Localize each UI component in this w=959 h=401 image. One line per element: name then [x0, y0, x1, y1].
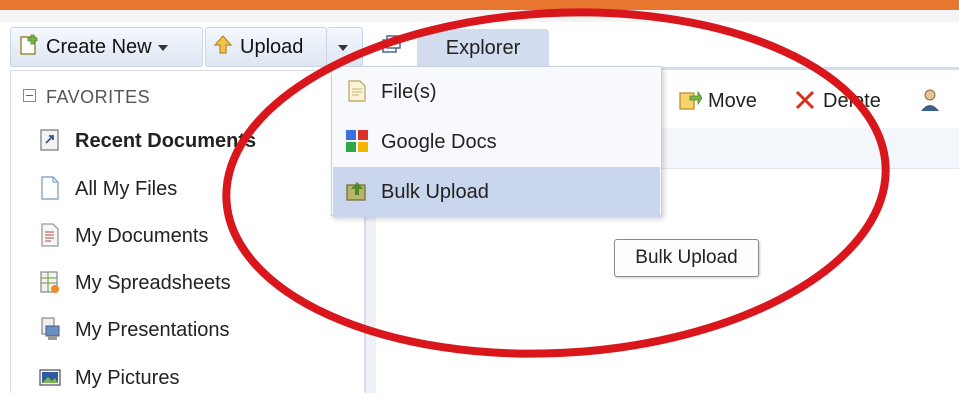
sidebar-item-my-documents[interactable]: My Documents — [39, 219, 208, 253]
delete-x-icon — [793, 88, 817, 112]
sidebar-item-label: Recent Documents — [75, 130, 257, 152]
bulk-upload-icon — [345, 172, 369, 201]
sidebar-item-label: My Spreadsheets — [75, 272, 231, 294]
new-tab-icon[interactable] — [379, 34, 403, 56]
picture-icon — [39, 364, 61, 390]
spreadsheet-icon — [39, 269, 61, 295]
tab-explorer-label: Explorer — [445, 37, 521, 59]
upload-arrow-icon — [212, 31, 234, 54]
sidebar-item-label: My Pictures — [75, 367, 180, 389]
move-icon — [678, 88, 703, 112]
tooltip-text: Bulk Upload — [635, 247, 738, 268]
tab-explorer[interactable]: Explorer — [417, 29, 549, 67]
chevron-down-icon — [338, 44, 348, 51]
sidebar-item-recent-documents[interactable]: Recent Documents — [39, 124, 256, 158]
menu-item-label: Google Docs — [381, 131, 497, 153]
menu-item-files[interactable]: File(s) — [333, 67, 660, 117]
move-label: Move — [708, 90, 757, 112]
sidebar-item-my-presentations[interactable]: My Presentations — [39, 313, 230, 347]
new-document-icon — [18, 31, 40, 55]
sidebar-item-all-my-files[interactable]: All My Files — [39, 172, 177, 206]
upload-button[interactable]: Upload — [205, 27, 327, 67]
favorites-header[interactable]: FAVORITES — [23, 87, 150, 108]
move-button[interactable]: Move — [678, 86, 757, 116]
chevron-down-icon — [157, 44, 168, 51]
menu-item-google-docs[interactable]: Google Docs — [333, 117, 660, 167]
top-accent-bar — [0, 0, 959, 10]
google-docs-icon — [345, 122, 369, 152]
sidebar-item-my-pictures[interactable]: My Pictures — [39, 361, 179, 395]
document-icon — [39, 222, 61, 248]
sidebar-item-label: My Documents — [75, 225, 209, 247]
sidebar-item-my-spreadsheets[interactable]: My Spreadsheets — [39, 266, 231, 300]
collapse-icon[interactable] — [23, 89, 36, 102]
recent-documents-icon — [39, 127, 61, 153]
menu-item-label: File(s) — [381, 81, 437, 103]
upload-dropdown-button[interactable] — [327, 27, 363, 67]
sidebar-item-label: All My Files — [75, 178, 178, 200]
tooltip-bulk-upload: Bulk Upload — [614, 239, 759, 277]
file-icon — [345, 72, 369, 102]
create-new-label: Create New — [46, 36, 152, 58]
create-new-button[interactable]: Create New — [10, 27, 203, 67]
presentation-icon — [39, 316, 61, 342]
menu-item-label: Bulk Upload — [381, 181, 489, 203]
sidebar: FAVORITES Recent Documents All My Files … — [10, 70, 365, 393]
file-icon — [39, 175, 61, 201]
delete-button[interactable]: Delete — [793, 86, 881, 116]
sidebar-item-label: My Presentations — [75, 319, 230, 341]
upload-dropdown-menu: File(s) Google Docs Bulk Upload — [331, 66, 662, 217]
delete-label: Delete — [823, 90, 881, 112]
user-icon — [918, 88, 942, 112]
header-strip — [0, 10, 959, 22]
menu-item-bulk-upload[interactable]: Bulk Upload — [333, 167, 660, 217]
upload-label: Upload — [240, 36, 304, 58]
favorites-label: FAVORITES — [46, 87, 151, 107]
share-button[interactable] — [918, 86, 948, 116]
